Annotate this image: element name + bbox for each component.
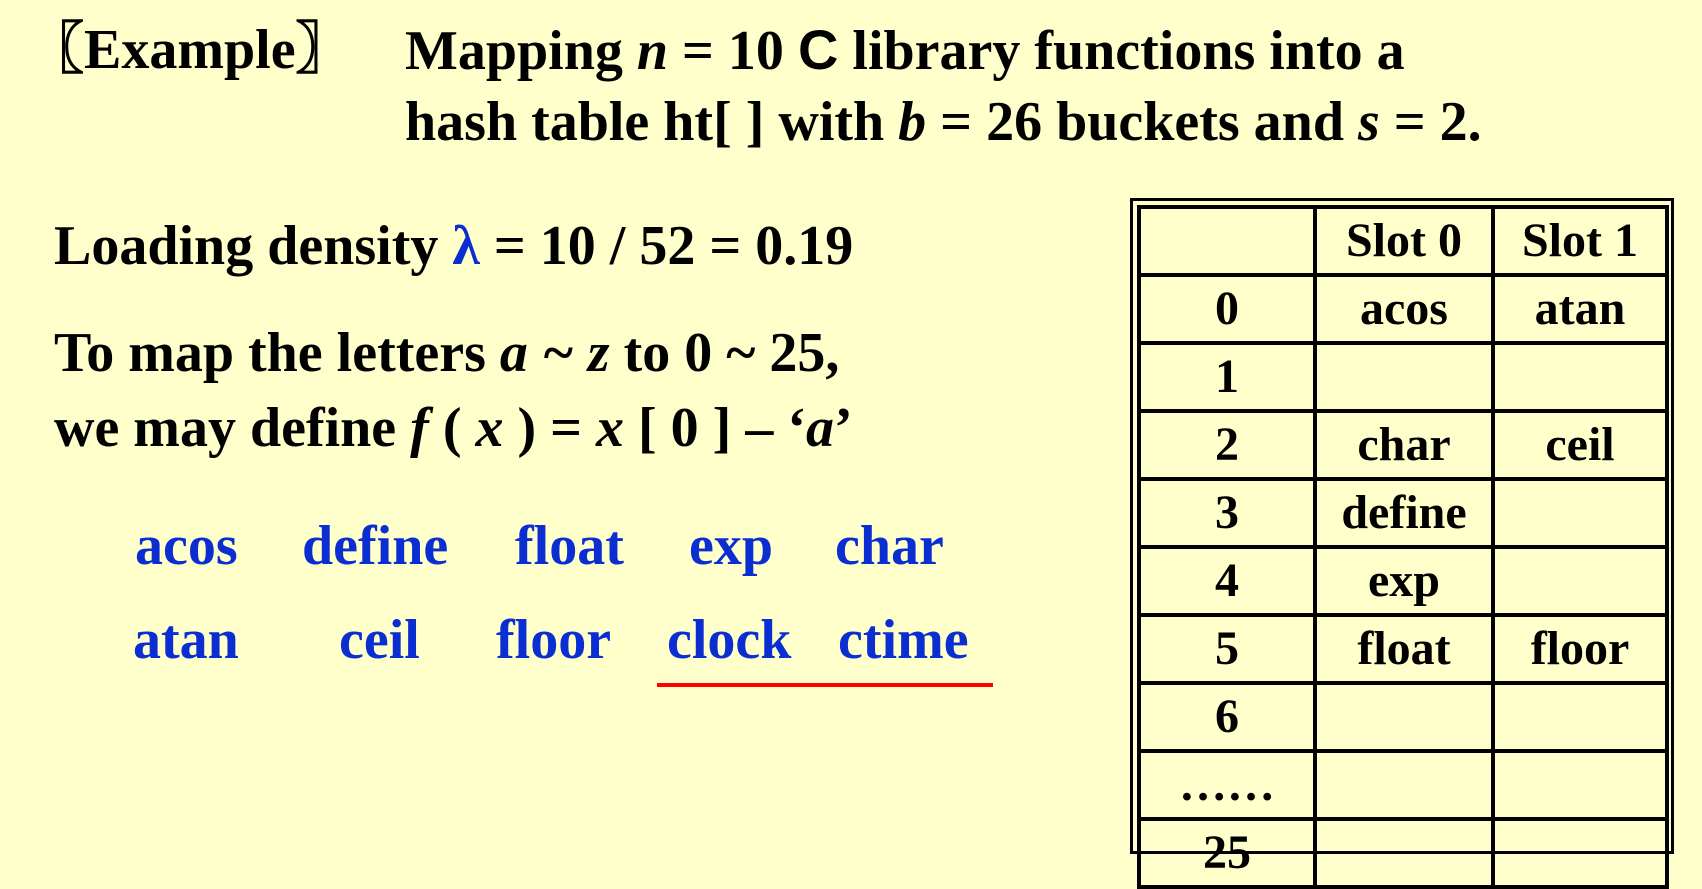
identifier-word: char: [835, 515, 944, 577]
bucket-index: 5: [1137, 613, 1317, 685]
mapping-text: To map the letters: [54, 322, 500, 384]
slot-0-cell: exp: [1313, 545, 1495, 617]
header-cell-slot-1: Slot 1: [1491, 205, 1669, 277]
bucket-index: 1: [1137, 341, 1317, 413]
table-row: 6: [1137, 681, 1669, 753]
header-cell-index: [1137, 205, 1317, 277]
title-text: library functions into a: [838, 20, 1405, 82]
slot-0-cell: [1313, 681, 1495, 753]
bucket-index: 0: [1137, 273, 1317, 345]
b-variable: b: [898, 91, 927, 153]
f-function: f: [410, 397, 429, 459]
identifier-word: ctime: [838, 609, 969, 671]
identifier-word: acos: [135, 515, 238, 577]
slot-1-cell: [1491, 681, 1669, 753]
mapping-text: we may define: [54, 397, 411, 459]
slot-0-cell: define: [1313, 477, 1495, 549]
slot-1-cell: [1491, 341, 1669, 413]
mapping-text: ) =: [503, 397, 597, 459]
hash-table-grid: Slot 0 Slot 1 0 acos atan 1 2 char ceil …: [1137, 205, 1669, 889]
table-row: ……: [1137, 749, 1669, 821]
mapping-line-1: To map the letters a ~ z to 0 ~ 25,: [54, 325, 839, 381]
identifier-word: atan: [133, 609, 239, 671]
x-variable: x: [475, 397, 504, 459]
identifier-word: exp: [689, 515, 773, 577]
hash-table: Slot 0 Slot 1 0 acos atan 1 2 char ceil …: [1130, 198, 1674, 889]
slot-1-cell: [1491, 749, 1669, 821]
table-row: 5 float floor: [1137, 613, 1669, 685]
lambda-symbol: λ: [452, 215, 480, 277]
x-variable: x: [596, 397, 625, 459]
bucket-index: ……: [1137, 749, 1317, 821]
mapping-line-2: we may define f ( x ) = x [ 0 ] – ‘a’: [54, 400, 853, 456]
identifier-word: floor: [496, 609, 612, 671]
slot-1-cell: [1491, 477, 1669, 549]
s-variable: s: [1357, 91, 1380, 153]
slot-1-cell: atan: [1491, 273, 1669, 345]
collision-underline: [657, 683, 993, 687]
slot-0-cell: [1313, 341, 1495, 413]
title-text: = 26 buckets and: [926, 91, 1358, 153]
mapping-text: ’: [833, 397, 853, 459]
table-row: 4 exp: [1137, 545, 1669, 617]
bucket-index: 4: [1137, 545, 1317, 617]
slot-0-cell: [1313, 749, 1495, 821]
slot-0-cell: char: [1313, 409, 1495, 481]
mapping-text: to 0 ~ 25,: [609, 322, 840, 384]
slot-0-cell: acos: [1313, 273, 1495, 345]
title-text: = 10: [668, 20, 798, 82]
bucket-index: 3: [1137, 477, 1317, 549]
title-text: Mapping: [405, 20, 637, 82]
identifier-word: ceil: [339, 609, 420, 671]
slot-1-cell: ceil: [1491, 409, 1669, 481]
mapping-text: (: [428, 397, 476, 459]
example-tag: 〖Example〗: [28, 19, 352, 81]
density-value: = 10 / 52 = 0.19: [479, 215, 854, 277]
mapping-text: [ 0 ] – ‘: [624, 397, 806, 459]
title-line-1: Mapping n = 10 C library functions into …: [405, 20, 1405, 82]
slot-1-cell: floor: [1491, 613, 1669, 685]
title-text: = 2.: [1379, 91, 1482, 153]
n-variable: n: [636, 20, 669, 82]
header-cell-slot-0: Slot 0: [1313, 205, 1495, 277]
slot-1-cell: [1491, 817, 1669, 889]
density-label: Loading density: [54, 215, 453, 277]
identifier-word: clock: [667, 609, 792, 671]
loading-density-line: Loading density λ = 10 / 52 = 0.19: [54, 218, 853, 274]
bucket-index: 25: [1137, 817, 1317, 889]
slot-0-cell: float: [1313, 613, 1495, 685]
identifier-word: define: [302, 515, 449, 577]
title-line-2: hash table ht[ ] with b = 26 buckets and…: [405, 94, 1482, 150]
title-text: hash table ht[ ] with: [405, 91, 899, 153]
a-char: a: [805, 397, 834, 459]
letter-range: a ~ z: [499, 322, 610, 384]
bucket-index: 6: [1137, 681, 1317, 753]
slot-1-cell: [1491, 545, 1669, 617]
bucket-index: 2: [1137, 409, 1317, 481]
table-row: 25: [1137, 817, 1669, 889]
table-row: 1: [1137, 341, 1669, 413]
slot-0-cell: [1313, 817, 1495, 889]
table-header-row: Slot 0 Slot 1: [1137, 205, 1669, 277]
table-row: 2 char ceil: [1137, 409, 1669, 481]
table-row: 0 acos atan: [1137, 273, 1669, 345]
identifier-word: float: [515, 515, 624, 577]
c-language-letter: C: [797, 18, 839, 81]
table-row: 3 define: [1137, 477, 1669, 549]
